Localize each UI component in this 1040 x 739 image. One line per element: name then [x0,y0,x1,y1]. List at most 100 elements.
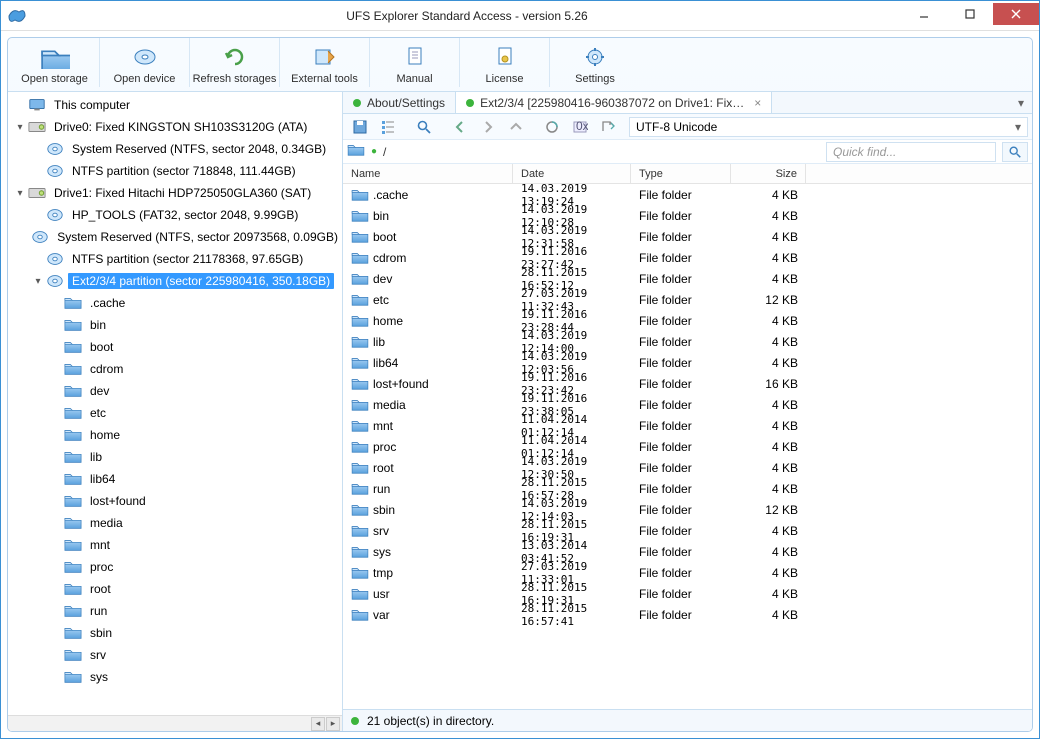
file-row[interactable]: srv28.11.2015 16:19:31File folder4 KB [343,520,1032,541]
tree-twisty-icon[interactable]: ▾ [12,122,28,133]
scroll-right-icon[interactable]: ▸ [326,717,340,731]
file-row[interactable]: cdrom19.11.2016 23:27:42File folder4 KB [343,247,1032,268]
tree-item[interactable]: lost+found [8,490,342,512]
tab-overflow-icon[interactable]: ▾ [1010,92,1032,113]
tree-node-icon [28,119,46,135]
tab-filesystem[interactable]: Ext2/3/4 [225980416-960387072 on Drive1:… [456,92,772,113]
tree-item-label: proc [86,559,117,575]
tree-item[interactable]: ▾Ext2/3/4 partition (sector 225980416, 3… [8,270,342,292]
tool-license[interactable]: License [460,37,550,87]
tree-item[interactable]: cdrom [8,358,342,380]
column-date[interactable]: Date [513,164,631,183]
file-list[interactable]: .cache14.03.2019 13:19:24File folder4 KB… [343,184,1032,709]
column-name[interactable]: Name [343,164,513,183]
nav-forward-button[interactable] [475,116,501,138]
file-row[interactable]: media19.11.2016 23:38:05File folder4 KB [343,394,1032,415]
tree-twisty-icon[interactable]: ▾ [12,188,28,199]
export-button[interactable] [595,116,621,138]
nav-back-button[interactable] [447,116,473,138]
file-row[interactable]: sbin14.03.2019 12:14:03File folder12 KB [343,499,1032,520]
tree-view-button[interactable] [375,116,401,138]
minimize-button[interactable] [901,3,947,25]
tree-item[interactable]: dev [8,380,342,402]
tab-about[interactable]: About/Settings [343,92,456,113]
tool-settings[interactable]: Settings [550,37,640,87]
scroll-left-icon[interactable]: ◂ [311,717,325,731]
save-button[interactable] [347,116,373,138]
find-button[interactable] [411,116,437,138]
tree-twisty-icon[interactable]: ▾ [30,276,46,287]
file-name: tmp [373,566,393,580]
file-row[interactable]: root14.03.2019 12:30:50File folder4 KB [343,457,1032,478]
tree-item[interactable]: etc [8,402,342,424]
tree-item[interactable]: boot [8,336,342,358]
tree-item[interactable]: lib64 [8,468,342,490]
file-row[interactable]: mnt11.04.2014 01:12:14File folder4 KB [343,415,1032,436]
file-size: 4 KB [731,314,806,328]
file-row[interactable]: lib6414.03.2019 12:03:56File folder4 KB [343,352,1032,373]
tree-item[interactable]: System Reserved (NTFS, sector 20973568, … [8,226,342,248]
tree-item[interactable]: System Reserved (NTFS, sector 2048, 0.34… [8,138,342,160]
tool-open-device[interactable]: Open device [100,37,190,87]
file-row[interactable]: lost+found19.11.2016 23:23:42File folder… [343,373,1032,394]
file-type: File folder [631,482,731,496]
file-row[interactable]: tmp27.03.2019 11:33:01File folder4 KB [343,562,1032,583]
file-row[interactable]: home19.11.2016 23:28:44File folder4 KB [343,310,1032,331]
tree-item[interactable]: proc [8,556,342,578]
nav-up-button[interactable] [503,116,529,138]
tree-item[interactable]: This computer [8,94,342,116]
tool-manual[interactable]: Manual [370,37,460,87]
file-size: 12 KB [731,293,806,307]
hex-button[interactable]: 0x [567,116,593,138]
tool-external-tools[interactable]: External tools [280,37,370,87]
tree-item[interactable]: srv [8,644,342,666]
encoding-select[interactable]: UTF-8 Unicode ▾ [629,117,1028,137]
quick-find-input[interactable]: Quick find... [826,142,996,162]
tree-item[interactable]: sbin [8,622,342,644]
file-size: 4 KB [731,251,806,265]
tree-item-label: This computer [50,97,134,113]
tree-item[interactable]: home [8,424,342,446]
file-row[interactable]: proc11.04.2014 01:12:14File folder4 KB [343,436,1032,457]
file-row[interactable]: bin14.03.2019 12:10:28File folder4 KB [343,205,1032,226]
tree-item[interactable]: mnt [8,534,342,556]
maximize-button[interactable] [947,3,993,25]
file-row[interactable]: etc27.03.2019 11:32:43File folder12 KB [343,289,1032,310]
breadcrumb[interactable]: ● / [371,145,820,159]
tree-item[interactable]: sys [8,666,342,688]
file-toolbar: 0x UTF-8 Unicode ▾ [343,114,1032,140]
tree-item[interactable]: HP_TOOLS (FAT32, sector 2048, 9.99GB) [8,204,342,226]
tree-item[interactable]: lib [8,446,342,468]
tab-close-icon[interactable]: × [750,96,761,110]
column-size[interactable]: Size [731,164,806,183]
tree-item[interactable]: ▾Drive0: Fixed KINGSTON SH103S3120G (ATA… [8,116,342,138]
tool-open-storage[interactable]: Open storage [10,37,100,87]
file-row[interactable]: .cache14.03.2019 13:19:24File folder4 KB [343,184,1032,205]
file-row[interactable]: usr28.11.2015 16:19:31File folder4 KB [343,583,1032,604]
tree-horizontal-scroll[interactable]: ◂ ▸ [8,715,342,731]
tree-item[interactable]: NTFS partition (sector 21178368, 97.65GB… [8,248,342,270]
tool-refresh-storages[interactable]: Refresh storages [190,37,280,87]
column-type[interactable]: Type [631,164,731,183]
tree-item[interactable]: .cache [8,292,342,314]
tree-item[interactable]: NTFS partition (sector 718848, 111.44GB) [8,160,342,182]
file-row[interactable]: lib14.03.2019 12:14:00File folder4 KB [343,331,1032,352]
file-row[interactable]: var28.11.2015 16:57:41File folder4 KB [343,604,1032,625]
search-button[interactable] [1002,142,1028,162]
file-row[interactable]: boot14.03.2019 12:31:58File folder4 KB [343,226,1032,247]
storage-tree[interactable]: This computer ▾Drive0: Fixed KINGSTON SH1… [8,92,342,715]
tree-item-label: mnt [86,537,114,553]
tree-node-icon [46,163,64,179]
tree-item[interactable]: root [8,578,342,600]
column-headers[interactable]: Name Date Type Size [343,164,1032,184]
tree-item[interactable]: ▾Drive1: Fixed Hitachi HDP725050GLA360 (… [8,182,342,204]
file-row[interactable]: dev28.11.2015 16:52:12File folder4 KB [343,268,1032,289]
file-row[interactable]: sys13.03.2014 03:41:52File folder4 KB [343,541,1032,562]
tree-item[interactable]: run [8,600,342,622]
close-button[interactable] [993,3,1039,25]
file-row[interactable]: run28.11.2015 16:57:28File folder4 KB [343,478,1032,499]
tree-item[interactable]: media [8,512,342,534]
tree-item[interactable]: bin [8,314,342,336]
scan-button[interactable] [539,116,565,138]
tab-label: Ext2/3/4 [225980416-960387072 on Drive1:… [480,96,744,110]
